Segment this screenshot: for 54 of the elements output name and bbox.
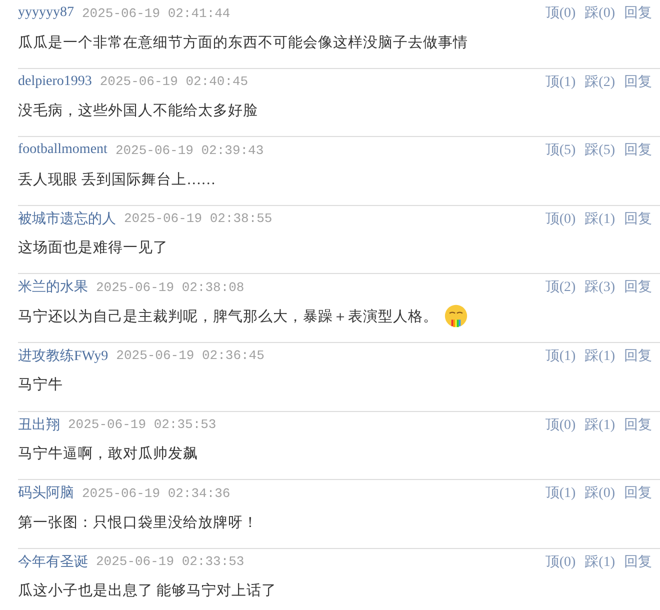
downvote-link[interactable]: 踩(5) (584, 141, 615, 160)
reply-link[interactable]: 回复 (624, 210, 652, 228)
comment-text: 马宁还以为自己是主裁判呢，脾气那么大，暴躁＋表演型人格。 (18, 308, 438, 326)
timestamp: 2025-06-19 02:38:55 (124, 211, 272, 226)
timestamp: 2025-06-19 02:34:36 (82, 486, 230, 501)
downvote-link[interactable]: 踩(1) (584, 416, 615, 434)
username-link[interactable]: footballmoment (18, 142, 108, 158)
timestamp: 2025-06-19 02:35:53 (68, 417, 216, 432)
reply-link[interactable]: 回复 (624, 484, 652, 502)
username-link[interactable]: 丑出翔 (18, 416, 60, 434)
downvote-link[interactable]: 踩(0) (584, 484, 615, 502)
downvote-link[interactable]: 踩(1) (584, 552, 615, 571)
comment-text: 马宁牛 (18, 376, 63, 394)
downvote-link[interactable]: 踩(1) (584, 210, 615, 228)
username-link[interactable]: 进攻教练FWy9 (18, 346, 108, 365)
timestamp: 2025-06-19 02:38:08 (96, 280, 244, 295)
timestamp: 2025-06-19 02:33:53 (96, 554, 244, 570)
comment-text: 丢人现眼 丢到国际舞台上…… (18, 170, 216, 189)
downvote-link[interactable]: 踩(0) (584, 4, 615, 22)
username-link[interactable]: yyyyyy87 (18, 5, 74, 21)
upvote-link[interactable]: 顶(2) (545, 278, 576, 296)
comment-text: 这场面也是难得一见了 (18, 239, 168, 258)
reply-link[interactable]: 回复 (624, 278, 652, 296)
upvote-link[interactable]: 顶(5) (545, 141, 576, 160)
reply-link[interactable]: 回复 (624, 346, 652, 365)
comment-text: 瓜瓜是一个非常在意细节方面的东西不可能会像这样没脑子去做事情 (18, 34, 468, 52)
upvote-link[interactable]: 顶(0) (545, 210, 576, 228)
reply-link[interactable]: 回复 (624, 72, 652, 91)
timestamp: 2025-06-19 02:41:44 (82, 6, 230, 20)
downvote-link[interactable]: 踩(2) (584, 72, 615, 91)
comment-text: 马宁牛逼啊，敢对瓜帅发飙 (18, 444, 198, 464)
comment-text: 没毛病，这些外国人不能给太多好脸 (18, 102, 258, 120)
username-link[interactable]: 被城市遗忘的人 (18, 210, 116, 228)
username-link[interactable]: 码头阿脑 (18, 484, 74, 502)
reply-link[interactable]: 回复 (624, 141, 652, 160)
downvote-link[interactable]: 踩(3) (584, 278, 615, 296)
username-link[interactable]: 今年有圣诞 (18, 552, 88, 571)
upvote-link[interactable]: 顶(1) (545, 484, 576, 502)
reply-link[interactable]: 回复 (624, 4, 652, 22)
comment-text: 第一张图：只恨口袋里没给放牌呀！ (18, 514, 258, 532)
timestamp: 2025-06-19 02:36:45 (116, 348, 264, 364)
upvote-link[interactable]: 顶(0) (545, 4, 576, 22)
downvote-link[interactable]: 踩(1) (584, 346, 615, 365)
reply-link[interactable]: 回复 (624, 416, 652, 434)
timestamp: 2025-06-19 02:40:45 (100, 74, 248, 90)
timestamp: 2025-06-19 02:39:43 (115, 142, 264, 158)
username-link[interactable]: delpiero1993 (18, 74, 92, 90)
username-link[interactable]: 米兰的水果 (18, 278, 88, 296)
upvote-link[interactable]: 顶(1) (545, 346, 576, 365)
upvote-link[interactable]: 顶(1) (545, 72, 576, 91)
upvote-link[interactable]: 顶(0) (545, 552, 576, 571)
comment-text: 瓜这小子也是出息了 能够马宁对上话了 (18, 582, 277, 600)
upvote-link[interactable]: 顶(0) (545, 416, 576, 434)
reply-link[interactable]: 回复 (624, 552, 652, 571)
